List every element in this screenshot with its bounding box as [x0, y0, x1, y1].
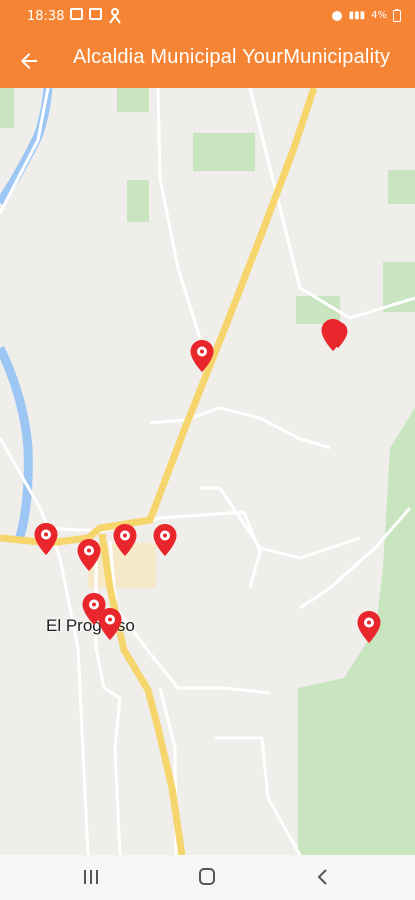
location-pin-icon[interactable] [356, 610, 382, 644]
status-right-icons: ▮▮▮ 4% [331, 9, 401, 22]
location-pin-icon[interactable] [189, 339, 215, 373]
page-title: Alcaldia Municipal YourMunicipality [73, 46, 391, 68]
image-icon [70, 8, 83, 20]
home-icon[interactable] [192, 865, 222, 889]
location-pin-icon[interactable] [33, 522, 59, 556]
battery-icon [393, 9, 401, 22]
app-bar: Alcaldia Municipal YourMunicipality [0, 34, 415, 88]
app-icon [89, 8, 102, 20]
back-icon[interactable] [308, 865, 338, 889]
person-icon [109, 8, 121, 24]
location-pin-icon[interactable] [152, 523, 178, 557]
location-pin-icon[interactable] [97, 607, 123, 641]
status-left-icons [70, 8, 122, 24]
arrow-left-icon[interactable] [17, 49, 41, 73]
map-base[interactable] [0, 88, 415, 855]
location-pin-icon[interactable] [76, 538, 102, 572]
map-view[interactable]: El Progreso [0, 88, 415, 855]
location-pin-icon[interactable] [327, 321, 349, 349]
signal-icon: ▮▮▮ [348, 10, 366, 21]
location-pin-icon[interactable] [112, 523, 138, 557]
alarm-icon [331, 10, 342, 21]
status-time: 18:38 [27, 9, 65, 24]
battery-text: 4% [371, 10, 387, 21]
system-navigation-bar [0, 855, 415, 900]
status-bar: 18:38 ▮▮▮ 4% [0, 0, 415, 34]
recents-icon[interactable] [76, 865, 106, 889]
